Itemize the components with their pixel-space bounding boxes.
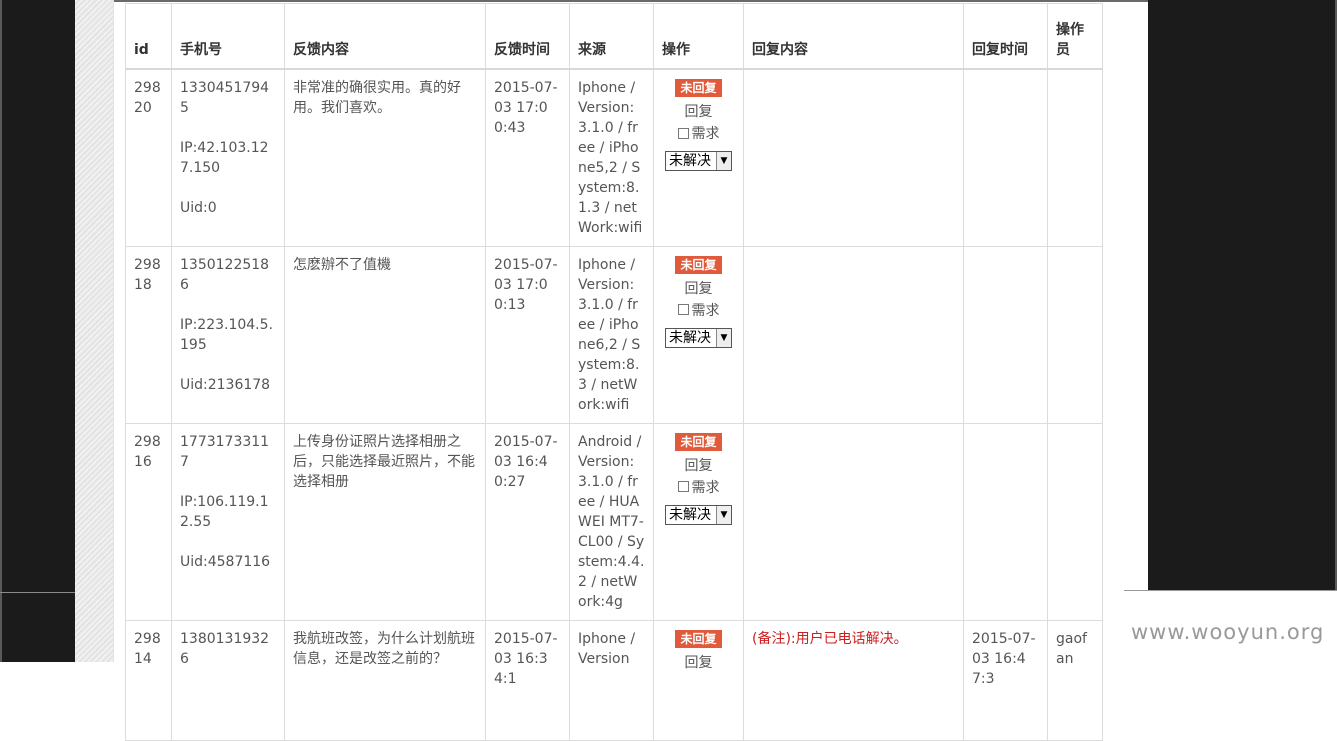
cell-operator xyxy=(1047,245,1103,424)
cell-time: 2015-07-03 16:34:1 xyxy=(485,619,570,741)
need-checkbox-row[interactable]: 需求 xyxy=(658,123,739,145)
cell-op: 未回复 回复 需求 未解决 ▼ xyxy=(653,245,744,424)
table-row: 29814 13801319326 我航班改签，为什么计划航班信息，还是改签之前… xyxy=(125,619,1103,741)
status-select-value: 未解决 xyxy=(669,153,711,169)
reply-link[interactable]: 回复 xyxy=(658,101,739,123)
status-select-value: 未解决 xyxy=(669,506,711,523)
cell-phone: 13801319326 xyxy=(171,619,285,741)
need-label: 需求 xyxy=(691,126,720,142)
cell-reply-time xyxy=(963,422,1048,621)
header-phone: 手机号 xyxy=(171,3,285,70)
ip-address: IP:42.103.127.150 xyxy=(180,140,269,176)
table-row: 29820 13304517945 IP:42.103.127.150 Uid:0 … xyxy=(125,68,1103,247)
cell-phone: 17731733117 IP:106.119.12.55 Uid:4587116 xyxy=(171,422,285,621)
need-label: 需求 xyxy=(691,479,720,496)
status-select[interactable]: 未解决 ▼ xyxy=(665,504,732,525)
cell-time: 2015-07-03 17:00:43 xyxy=(485,68,570,247)
header-source: 来源 xyxy=(569,3,654,70)
cell-phone: 13501225186 IP:223.104.5.195 Uid:2136178 xyxy=(171,245,285,424)
cell-id: 29820 xyxy=(125,68,172,247)
user-id: Uid:0 xyxy=(180,200,217,216)
unreplied-badge: 未回复 xyxy=(675,255,722,274)
select-arrow-icon: ▼ xyxy=(716,152,731,170)
top-border xyxy=(75,0,1148,2)
reply-link[interactable]: 回复 xyxy=(658,278,739,300)
cell-source: Android / Version:3.1.0 / free / HUAWEI … xyxy=(569,422,654,621)
cell-op: 未回复 回复 需求 未解决 ▼ xyxy=(653,422,744,621)
left-hatched-gutter xyxy=(75,0,114,662)
right-dark-backdrop xyxy=(1148,0,1337,590)
left-dark-backdrop xyxy=(0,0,75,662)
cell-operator: gaofan xyxy=(1047,619,1103,741)
need-checkbox[interactable] xyxy=(677,304,689,315)
cell-phone: 13304517945 IP:42.103.127.150 Uid:0 xyxy=(171,68,285,247)
select-arrow-icon: ▼ xyxy=(716,505,731,524)
cell-id: 29814 xyxy=(125,619,172,741)
header-reply: 回复内容 xyxy=(743,3,964,70)
cell-operator xyxy=(1047,68,1103,247)
ip-address: IP:106.119.12.55 xyxy=(180,493,269,530)
need-checkbox-row[interactable]: 需求 xyxy=(658,477,739,499)
phone-number: 13501225186 xyxy=(180,256,270,293)
table-row: 29818 13501225186 IP:223.104.5.195 Uid:213… xyxy=(125,245,1103,424)
header-content: 反馈内容 xyxy=(284,3,486,70)
unreplied-badge: 未回复 xyxy=(675,79,722,97)
status-select[interactable]: 未解决 ▼ xyxy=(665,151,732,171)
need-checkbox[interactable] xyxy=(677,481,689,492)
cell-id: 29818 xyxy=(125,245,172,424)
user-id: Uid:4587116 xyxy=(180,553,271,570)
header-operator: 操作员 xyxy=(1047,3,1103,70)
watermark: www.wooyun.org xyxy=(1131,620,1325,644)
cell-content: 非常准的确很实用。真的好用。我们喜欢。 xyxy=(284,68,486,247)
phone-number: 13304517945 xyxy=(180,80,270,116)
user-id: Uid:2136178 xyxy=(180,376,271,393)
cell-content: 我航班改签，为什么计划航班信息，还是改签之前的？ xyxy=(284,619,486,741)
cell-content: 上传身份证照片选择相册之后，只能选择最近照片，不能选择相册 xyxy=(284,422,486,621)
cell-reply xyxy=(743,68,964,247)
table-header-row: id 手机号 反馈内容 反馈时间 来源 操作 回复内容 回复时间 操作员 xyxy=(125,3,1103,70)
cell-source: Iphone / Version:3.1.0 / free / iPhone5,… xyxy=(569,68,654,247)
cell-id: 29816 xyxy=(125,422,172,621)
cell-time: 2015-07-03 16:40:27 xyxy=(485,422,570,621)
header-id: id xyxy=(125,3,172,70)
cell-source: Iphone / Version xyxy=(569,619,654,741)
select-arrow-icon: ▼ xyxy=(716,328,731,347)
cell-reply-time xyxy=(963,68,1048,247)
cell-operator xyxy=(1047,422,1103,621)
phone-number: 13801319326 xyxy=(180,630,270,667)
ip-address: IP:223.104.5.195 xyxy=(180,316,273,353)
need-checkbox-row[interactable]: 需求 xyxy=(658,300,739,322)
cell-reply: (备注):用户已电话解决。 xyxy=(743,619,964,741)
unreplied-badge: 未回复 xyxy=(675,629,722,648)
cell-reply-time: 2015-07-03 16:47:3 xyxy=(963,619,1048,741)
header-reply-time: 回复时间 xyxy=(963,3,1048,70)
table-row: 29816 17731733117 IP:106.119.12.55 Uid:458… xyxy=(125,422,1103,621)
header-time: 反馈时间 xyxy=(485,3,570,70)
cell-reply xyxy=(743,245,964,424)
feedback-table: id 手机号 反馈内容 反馈时间 来源 操作 回复内容 回复时间 操作员 298… xyxy=(125,3,1103,741)
need-label: 需求 xyxy=(691,302,720,319)
cell-op: 未回复 回复 xyxy=(653,619,744,741)
cell-op: 未回复 回复 需求 未解决 ▼ xyxy=(653,68,744,247)
reply-link[interactable]: 回复 xyxy=(658,455,739,477)
unreplied-badge: 未回复 xyxy=(675,432,722,451)
status-select-value: 未解决 xyxy=(669,329,711,346)
cell-time: 2015-07-03 17:00:13 xyxy=(485,245,570,424)
cell-source: Iphone / Version:3.1.0 / free / iPhone6,… xyxy=(569,245,654,424)
phone-number: 17731733117 xyxy=(180,433,270,470)
cell-reply-time xyxy=(963,245,1048,424)
need-checkbox[interactable] xyxy=(677,127,689,139)
cell-content: 怎麽辦不了值機 xyxy=(284,245,486,424)
cell-reply xyxy=(743,422,964,621)
reply-link[interactable]: 回复 xyxy=(658,652,739,674)
header-op: 操作 xyxy=(653,3,744,70)
status-select[interactable]: 未解决 ▼ xyxy=(665,327,732,348)
